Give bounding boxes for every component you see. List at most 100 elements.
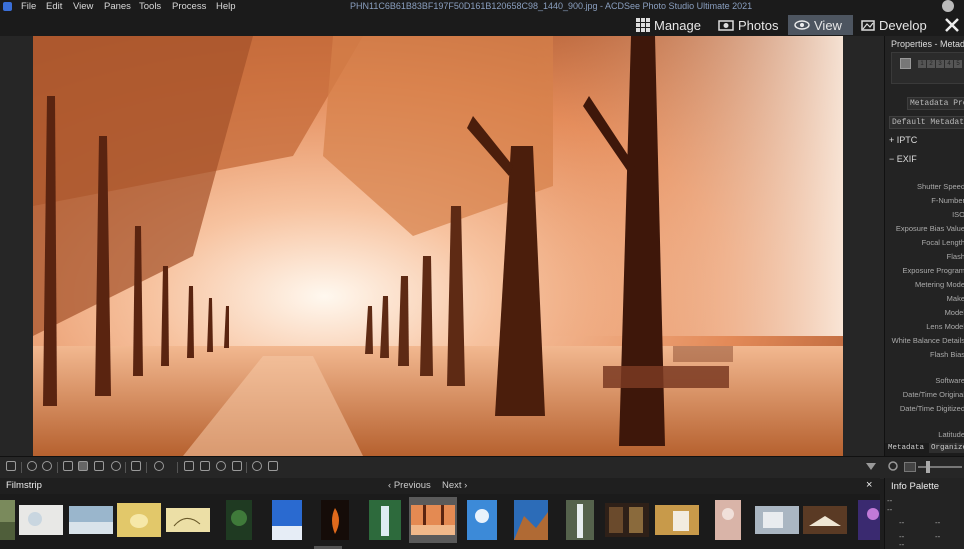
compare-icon[interactable] bbox=[252, 461, 262, 471]
histogram-icon[interactable] bbox=[184, 461, 194, 471]
clock-icon[interactable] bbox=[216, 461, 226, 471]
toolbar-separator bbox=[21, 462, 22, 473]
metadata-presets-button[interactable]: Metadata Presets bbox=[907, 97, 964, 110]
menu-tools[interactable]: Tools bbox=[139, 1, 161, 12]
mode-manage-button[interactable]: Manage bbox=[636, 15, 702, 35]
properties-panel: Properties - Metadata 1 2 3 4 5 Metadata… bbox=[884, 36, 964, 456]
info-value: -- bbox=[935, 532, 941, 541]
thumbnail-7[interactable] bbox=[264, 497, 310, 543]
zoom-slider-handle[interactable] bbox=[926, 461, 930, 473]
menu-process[interactable]: Process bbox=[172, 1, 206, 12]
rating-4[interactable]: 4 bbox=[945, 60, 953, 68]
info-value: -- bbox=[899, 518, 905, 527]
user-account-icon[interactable] bbox=[942, 0, 954, 12]
menu-bar: File Edit View Panes Tools Process Help … bbox=[0, 0, 964, 14]
thumbnail-image bbox=[803, 506, 847, 534]
thumbnail-11[interactable] bbox=[459, 497, 505, 543]
adjust-sliders-icon[interactable] bbox=[200, 461, 210, 471]
rating-2[interactable]: 2 bbox=[927, 60, 935, 68]
default-metadata-select[interactable]: Default Metadata bbox=[889, 116, 964, 129]
thumbnail-17[interactable] bbox=[754, 497, 800, 543]
next-button[interactable]: Next › bbox=[442, 480, 467, 491]
zoom-settings-icon[interactable] bbox=[888, 461, 898, 471]
fit-screen-icon[interactable] bbox=[131, 461, 141, 471]
rating-3[interactable]: 3 bbox=[936, 60, 944, 68]
selection-icon[interactable] bbox=[63, 461, 73, 471]
thumbnail-19[interactable] bbox=[850, 497, 880, 543]
exif-iso-label: ISO bbox=[952, 210, 964, 219]
thumbnail-18[interactable] bbox=[802, 497, 848, 543]
thumbnail-image bbox=[226, 500, 252, 540]
panel-collapse-chevron-icon[interactable] bbox=[866, 463, 876, 471]
toolbar-separator bbox=[146, 462, 147, 473]
thumbnail-8[interactable] bbox=[312, 497, 358, 543]
thumbnail-15[interactable] bbox=[654, 497, 700, 543]
thumbnail-14[interactable] bbox=[604, 497, 650, 543]
zoom-out-button[interactable] bbox=[904, 462, 916, 472]
menu-panes[interactable]: Panes bbox=[104, 1, 131, 12]
thumbnail-image bbox=[369, 500, 401, 540]
menu-edit[interactable]: Edit bbox=[46, 1, 62, 12]
slideshow-icon[interactable] bbox=[268, 461, 278, 471]
thumbnail-5[interactable] bbox=[165, 497, 211, 543]
filmstrip-close-icon[interactable]: × bbox=[866, 479, 872, 491]
zoom-icon[interactable] bbox=[111, 461, 121, 471]
tab-metadata[interactable]: Metadata bbox=[886, 443, 926, 453]
thumbnail-image bbox=[321, 500, 349, 540]
thumbnail-image bbox=[655, 505, 699, 535]
exif-flash-bias-label: Flash Bias bbox=[929, 350, 964, 359]
rotate-right-icon[interactable] bbox=[42, 461, 52, 471]
thumbnail-12[interactable] bbox=[508, 497, 554, 543]
previous-button[interactable]: ‹ Previous bbox=[388, 480, 431, 491]
rating-1[interactable]: 1 bbox=[918, 60, 926, 68]
menu-view[interactable]: View bbox=[73, 1, 93, 12]
thumbnail-2[interactable] bbox=[18, 497, 64, 543]
thumbnail-1[interactable] bbox=[0, 497, 16, 543]
menu-help[interactable]: Help bbox=[216, 1, 236, 12]
main-photo bbox=[33, 36, 843, 456]
zoom-control bbox=[884, 456, 964, 479]
mode-photos-button[interactable]: Photos bbox=[718, 15, 780, 35]
image-viewer[interactable] bbox=[0, 36, 884, 456]
mode-view-button[interactable]: View bbox=[788, 15, 853, 35]
rating-5[interactable]: 5 bbox=[954, 60, 962, 68]
mode-edit-button[interactable] bbox=[944, 15, 964, 35]
exif-software-label: Software bbox=[935, 376, 964, 385]
thumbnail-9[interactable] bbox=[362, 497, 408, 543]
properties-tabs: Metadata Organize bbox=[885, 443, 964, 456]
properties-title: Properties - Metadata bbox=[891, 39, 964, 49]
tag-checkbox[interactable] bbox=[900, 58, 911, 69]
exif-latitude-label: Latitude bbox=[938, 430, 964, 439]
filmstrip[interactable] bbox=[0, 494, 880, 549]
hand-pan-icon[interactable] bbox=[78, 461, 88, 471]
thumbnail-image bbox=[0, 500, 15, 540]
zoom-slider-track[interactable] bbox=[918, 466, 962, 468]
mode-develop-button[interactable]: Develop bbox=[861, 15, 931, 35]
exif-datetime-digitized-label: Date/Time Digitized bbox=[899, 404, 964, 413]
iptc-section-toggle[interactable]: + IPTC bbox=[889, 135, 917, 145]
thumbnail-image bbox=[272, 500, 302, 540]
thumbnail-image bbox=[19, 505, 63, 535]
tab-organize[interactable]: Organize bbox=[929, 443, 964, 453]
rotate-left-icon[interactable] bbox=[27, 461, 37, 471]
thumbnail-image bbox=[605, 503, 649, 537]
exif-flash-label: Flash bbox=[946, 252, 964, 261]
thumbnail-16[interactable] bbox=[705, 497, 751, 543]
save-icon[interactable] bbox=[6, 461, 16, 471]
thumbnail-13[interactable] bbox=[557, 497, 603, 543]
mode-develop-label: Develop bbox=[879, 17, 927, 33]
mode-view-label: View bbox=[814, 17, 842, 33]
thumbnail-4[interactable] bbox=[116, 497, 162, 543]
menu-file[interactable]: File bbox=[21, 1, 36, 12]
autumn-avenue-photo bbox=[33, 36, 843, 456]
thumbnail-3[interactable] bbox=[68, 497, 114, 543]
thumbnail-10-selected[interactable] bbox=[409, 497, 457, 543]
thumbnail-image bbox=[514, 500, 548, 540]
crop-select-icon[interactable] bbox=[94, 461, 104, 471]
exif-datetime-original-label: Date/Time Original bbox=[902, 390, 964, 399]
settings-gear-icon[interactable] bbox=[154, 461, 164, 471]
thumbnail-6[interactable] bbox=[216, 497, 262, 543]
focus-icon[interactable] bbox=[232, 461, 242, 471]
exif-section-toggle[interactable]: − EXIF bbox=[889, 154, 917, 164]
toolbar-separator bbox=[125, 462, 126, 473]
